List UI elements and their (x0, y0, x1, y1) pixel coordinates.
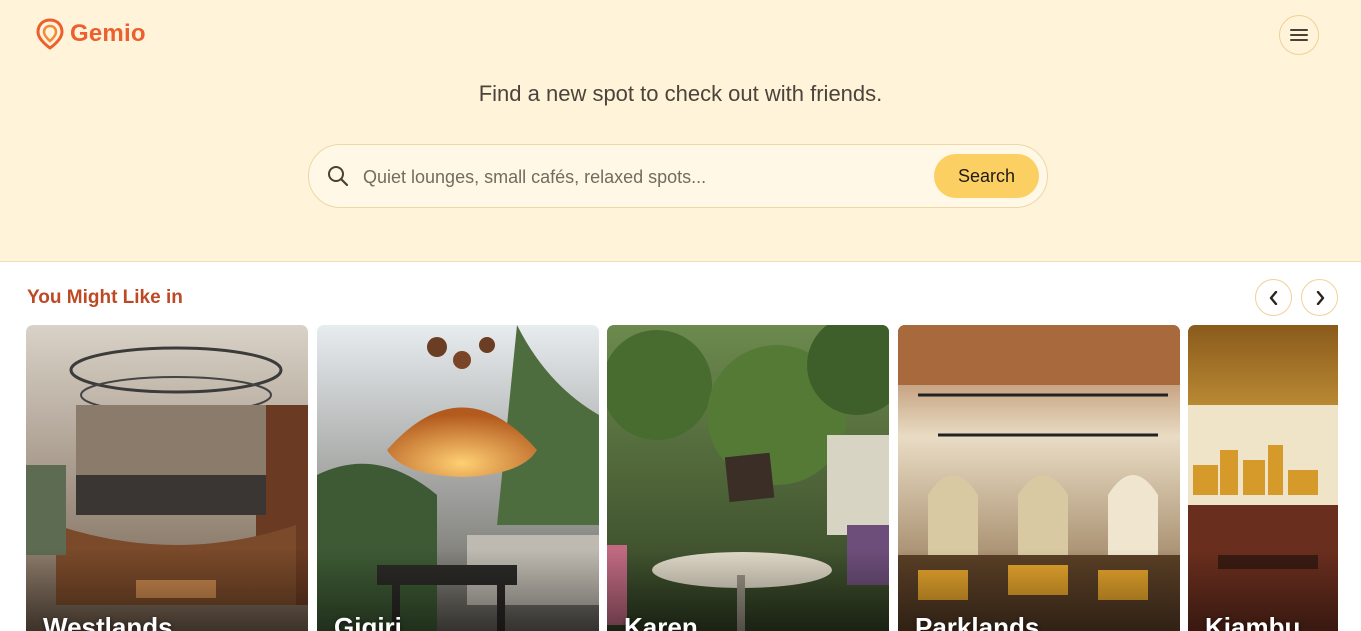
location-photo (26, 325, 308, 631)
brand-logo[interactable]: Gemio (36, 18, 146, 50)
card-label: Parklands (915, 612, 1040, 631)
section-title: You Might Like in (27, 287, 183, 308)
search-button[interactable]: Search (934, 154, 1039, 198)
location-carousel: Westlands Gigiri Karen Parklands Kiambu (26, 325, 1338, 631)
chevron-left-icon (1269, 290, 1277, 305)
card-label: Kiambu (1205, 612, 1301, 631)
search-bar: Search (308, 144, 1048, 208)
carousel-next-button[interactable] (1301, 279, 1338, 316)
location-pin-icon (36, 18, 64, 50)
location-photo (317, 325, 599, 631)
card-label: Gigiri (334, 612, 402, 631)
location-photo (898, 325, 1180, 631)
hamburger-icon (1290, 29, 1308, 41)
card-label: Westlands (43, 612, 173, 631)
carousel-prev-button[interactable] (1255, 279, 1292, 316)
brand-name: Gemio (70, 20, 146, 47)
card-label: Karen (624, 612, 698, 631)
chevron-right-icon (1316, 290, 1324, 305)
location-card-gigiri[interactable]: Gigiri (317, 325, 599, 631)
menu-button[interactable] (1279, 15, 1319, 55)
search-icon (328, 166, 349, 187)
location-photo (607, 325, 889, 631)
location-card-parklands[interactable]: Parklands (898, 325, 1180, 631)
hero-section: Gemio Find a new spot to check out with … (0, 0, 1361, 262)
hero-tagline: Find a new spot to check out with friend… (478, 81, 883, 106)
location-card-karen[interactable]: Karen (607, 325, 889, 631)
search-input[interactable] (361, 157, 925, 197)
location-card-westlands[interactable]: Westlands (26, 325, 308, 631)
location-photo (1188, 325, 1338, 631)
location-card-kiambu[interactable]: Kiambu (1188, 325, 1338, 631)
